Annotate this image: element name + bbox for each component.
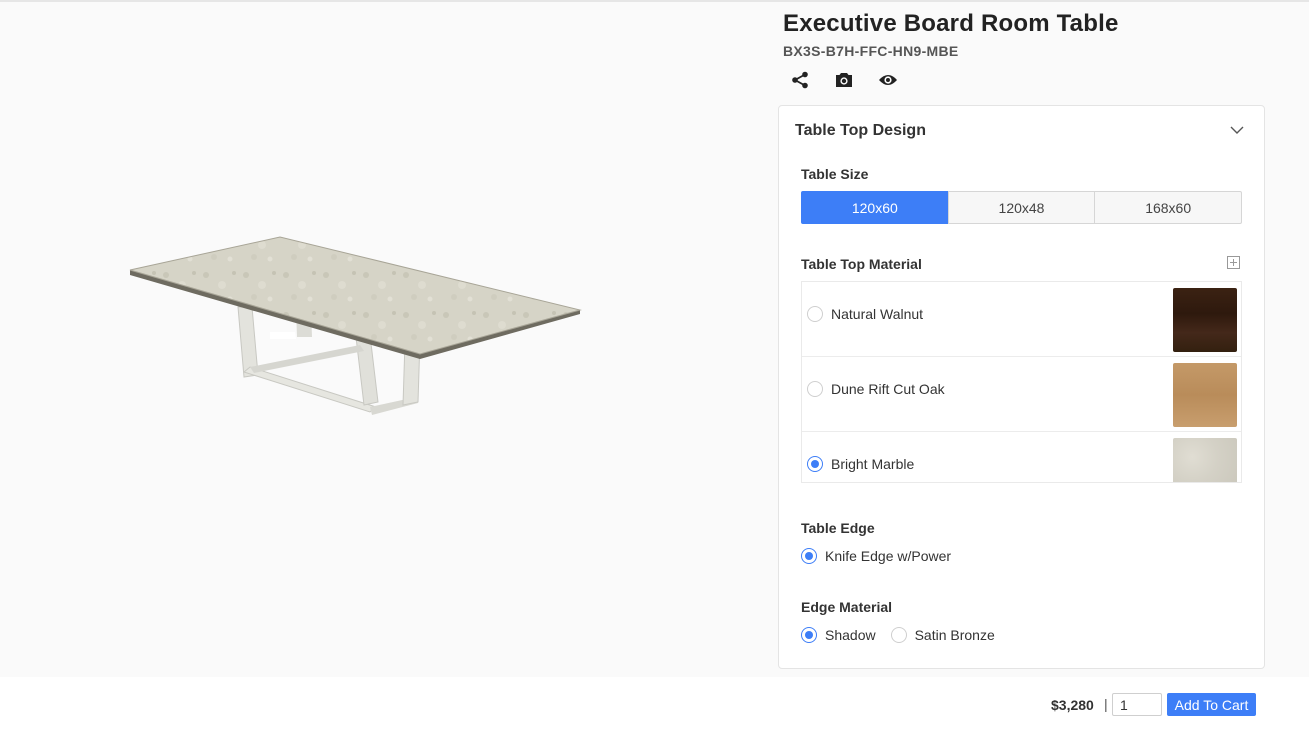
- radio-button-selected[interactable]: [801, 627, 817, 643]
- table-edge-options: Knife Edge w/Power: [801, 548, 966, 564]
- table-size-selector: 120x60 120x48 168x60: [801, 191, 1243, 224]
- material-option-bright-marble[interactable]: Bright Marble: [802, 432, 1241, 482]
- radio-button-selected[interactable]: [807, 456, 823, 472]
- table-render[interactable]: [120, 227, 590, 427]
- product-3d-viewer[interactable]: [0, 2, 770, 677]
- option-label: Knife Edge w/Power: [825, 548, 952, 564]
- material-name: Natural Walnut: [831, 306, 924, 322]
- size-option-120x48[interactable]: 120x48: [947, 191, 1096, 224]
- radio-button[interactable]: [807, 306, 823, 322]
- preview-button[interactable]: [877, 69, 899, 91]
- panel-title: Table Top Design: [795, 122, 926, 139]
- size-option-120x60[interactable]: 120x60: [801, 191, 949, 224]
- price-separator: |: [1104, 696, 1108, 712]
- product-title: Executive Board Room Table: [783, 10, 1119, 37]
- table-size-label: Table Size: [801, 166, 869, 182]
- quantity-input[interactable]: [1112, 693, 1162, 716]
- option-label: Shadow: [825, 627, 876, 643]
- radio-button[interactable]: [807, 381, 823, 397]
- screenshot-button[interactable]: [833, 69, 855, 91]
- camera-icon: [836, 73, 852, 87]
- material-name: Dune Rift Cut Oak: [831, 381, 945, 397]
- share-icon: [792, 71, 808, 89]
- marble-swatch: [1173, 438, 1237, 482]
- oak-swatch: [1173, 363, 1237, 427]
- radio-button-selected[interactable]: [801, 548, 817, 564]
- option-label: Satin Bronze: [914, 627, 995, 643]
- price: $3,280: [1051, 697, 1094, 713]
- plus-square-icon: [1227, 256, 1240, 269]
- panel-header-toggle[interactable]: Table Top Design: [779, 106, 1264, 156]
- table-edge-label: Table Edge: [801, 520, 875, 536]
- material-name: Bright Marble: [831, 456, 915, 472]
- material-option-dune-rift-cut-oak[interactable]: Dune Rift Cut Oak: [802, 357, 1241, 432]
- product-sku: BX3S-B7H-FFC-HN9-MBE: [783, 43, 959, 59]
- share-button[interactable]: [789, 69, 811, 91]
- edge-material-option-satin-bronze[interactable]: Satin Bronze: [890, 627, 995, 643]
- expand-button[interactable]: [1227, 256, 1240, 274]
- cart-footer: $3,280 | Add To Cart: [0, 677, 1309, 733]
- size-option-168x60[interactable]: 168x60: [1094, 191, 1243, 224]
- material-option-natural-walnut[interactable]: Natural Walnut: [802, 282, 1241, 357]
- chevron-down-icon: [1230, 126, 1244, 134]
- eye-icon: [879, 75, 897, 85]
- edge-material-label: Edge Material: [801, 599, 893, 615]
- walnut-swatch: [1173, 288, 1237, 352]
- edge-option-knife-edge[interactable]: Knife Edge w/Power: [801, 548, 951, 564]
- radio-button[interactable]: [890, 627, 907, 643]
- table-top-material-label: Table Top Material: [801, 256, 922, 272]
- material-list: Natural Walnut Dune Rift Cut Oak Bright …: [801, 281, 1242, 483]
- edge-material-options: Shadow Satin Bronze: [801, 627, 1010, 643]
- configuration-panel: Table Top Design Table Size 120x60 120x4…: [778, 105, 1265, 669]
- action-toolbar: [789, 69, 899, 91]
- add-to-cart-button[interactable]: Add To Cart: [1167, 693, 1256, 716]
- edge-material-option-shadow[interactable]: Shadow: [801, 627, 876, 643]
